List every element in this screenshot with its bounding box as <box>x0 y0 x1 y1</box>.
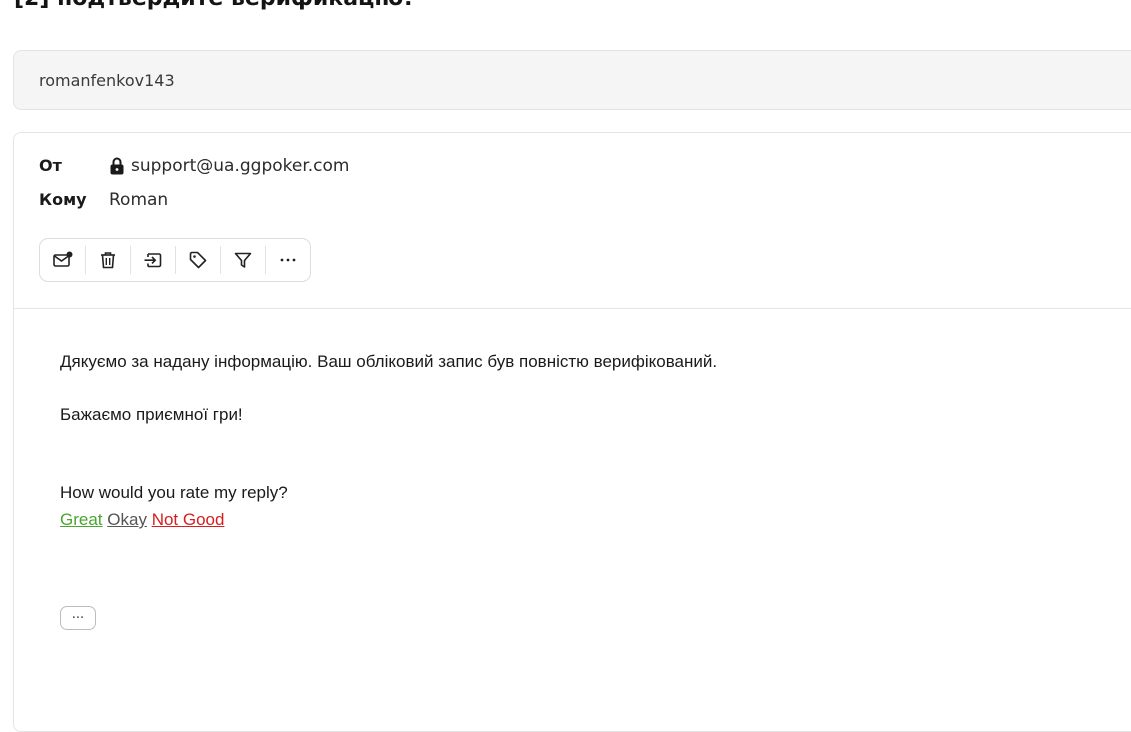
header-divider <box>14 308 1131 309</box>
mark-unread-button[interactable] <box>40 238 85 282</box>
move-to-folder-icon <box>144 253 161 268</box>
move-to-folder-button[interactable] <box>130 238 175 282</box>
tag-icon <box>189 251 206 269</box>
rating-not-good-link[interactable]: Not Good <box>152 510 225 529</box>
rating-links: Great Okay Not Good <box>60 510 224 530</box>
rating-okay-link[interactable]: Okay <box>107 510 147 529</box>
message-toolbar <box>39 238 311 282</box>
email-message-card: От support@ua.ggpoker.com Кому Roman Дяк… <box>13 132 1131 732</box>
sender-header[interactable]: romanfenkov143 <box>13 50 1131 110</box>
rating-question: How would you rate my reply? <box>60 483 288 502</box>
rating-great-link[interactable]: Great <box>60 510 103 529</box>
filter-icon <box>234 252 251 268</box>
delete-button[interactable] <box>85 238 130 282</box>
filter-button[interactable] <box>220 238 265 282</box>
tag-button[interactable] <box>175 238 220 282</box>
show-quoted-text-button[interactable]: ··· <box>60 606 96 630</box>
email-subject: [2] подтвердите верификацію! <box>14 0 413 11</box>
to-label: Кому <box>39 190 87 209</box>
from-address[interactable]: support@ua.ggpoker.com <box>131 156 349 176</box>
lock-icon <box>110 157 124 175</box>
body-line-verified: Дякуємо за надану інформацію. Ваш обліко… <box>60 352 718 371</box>
from-label: От <box>39 156 62 175</box>
from-field: support@ua.ggpoker.com <box>109 156 349 176</box>
more-actions-button[interactable] <box>265 238 310 282</box>
to-recipient[interactable]: Roman <box>109 190 168 210</box>
body-line-wish: Бажаємо приємної гри! <box>60 405 243 424</box>
more-horizontal-icon <box>280 258 295 262</box>
sender-name: romanfenkov143 <box>39 71 175 90</box>
ellipsis-icon: ··· <box>71 610 85 626</box>
mark-unread-icon <box>52 251 72 267</box>
trash-icon <box>100 252 115 269</box>
